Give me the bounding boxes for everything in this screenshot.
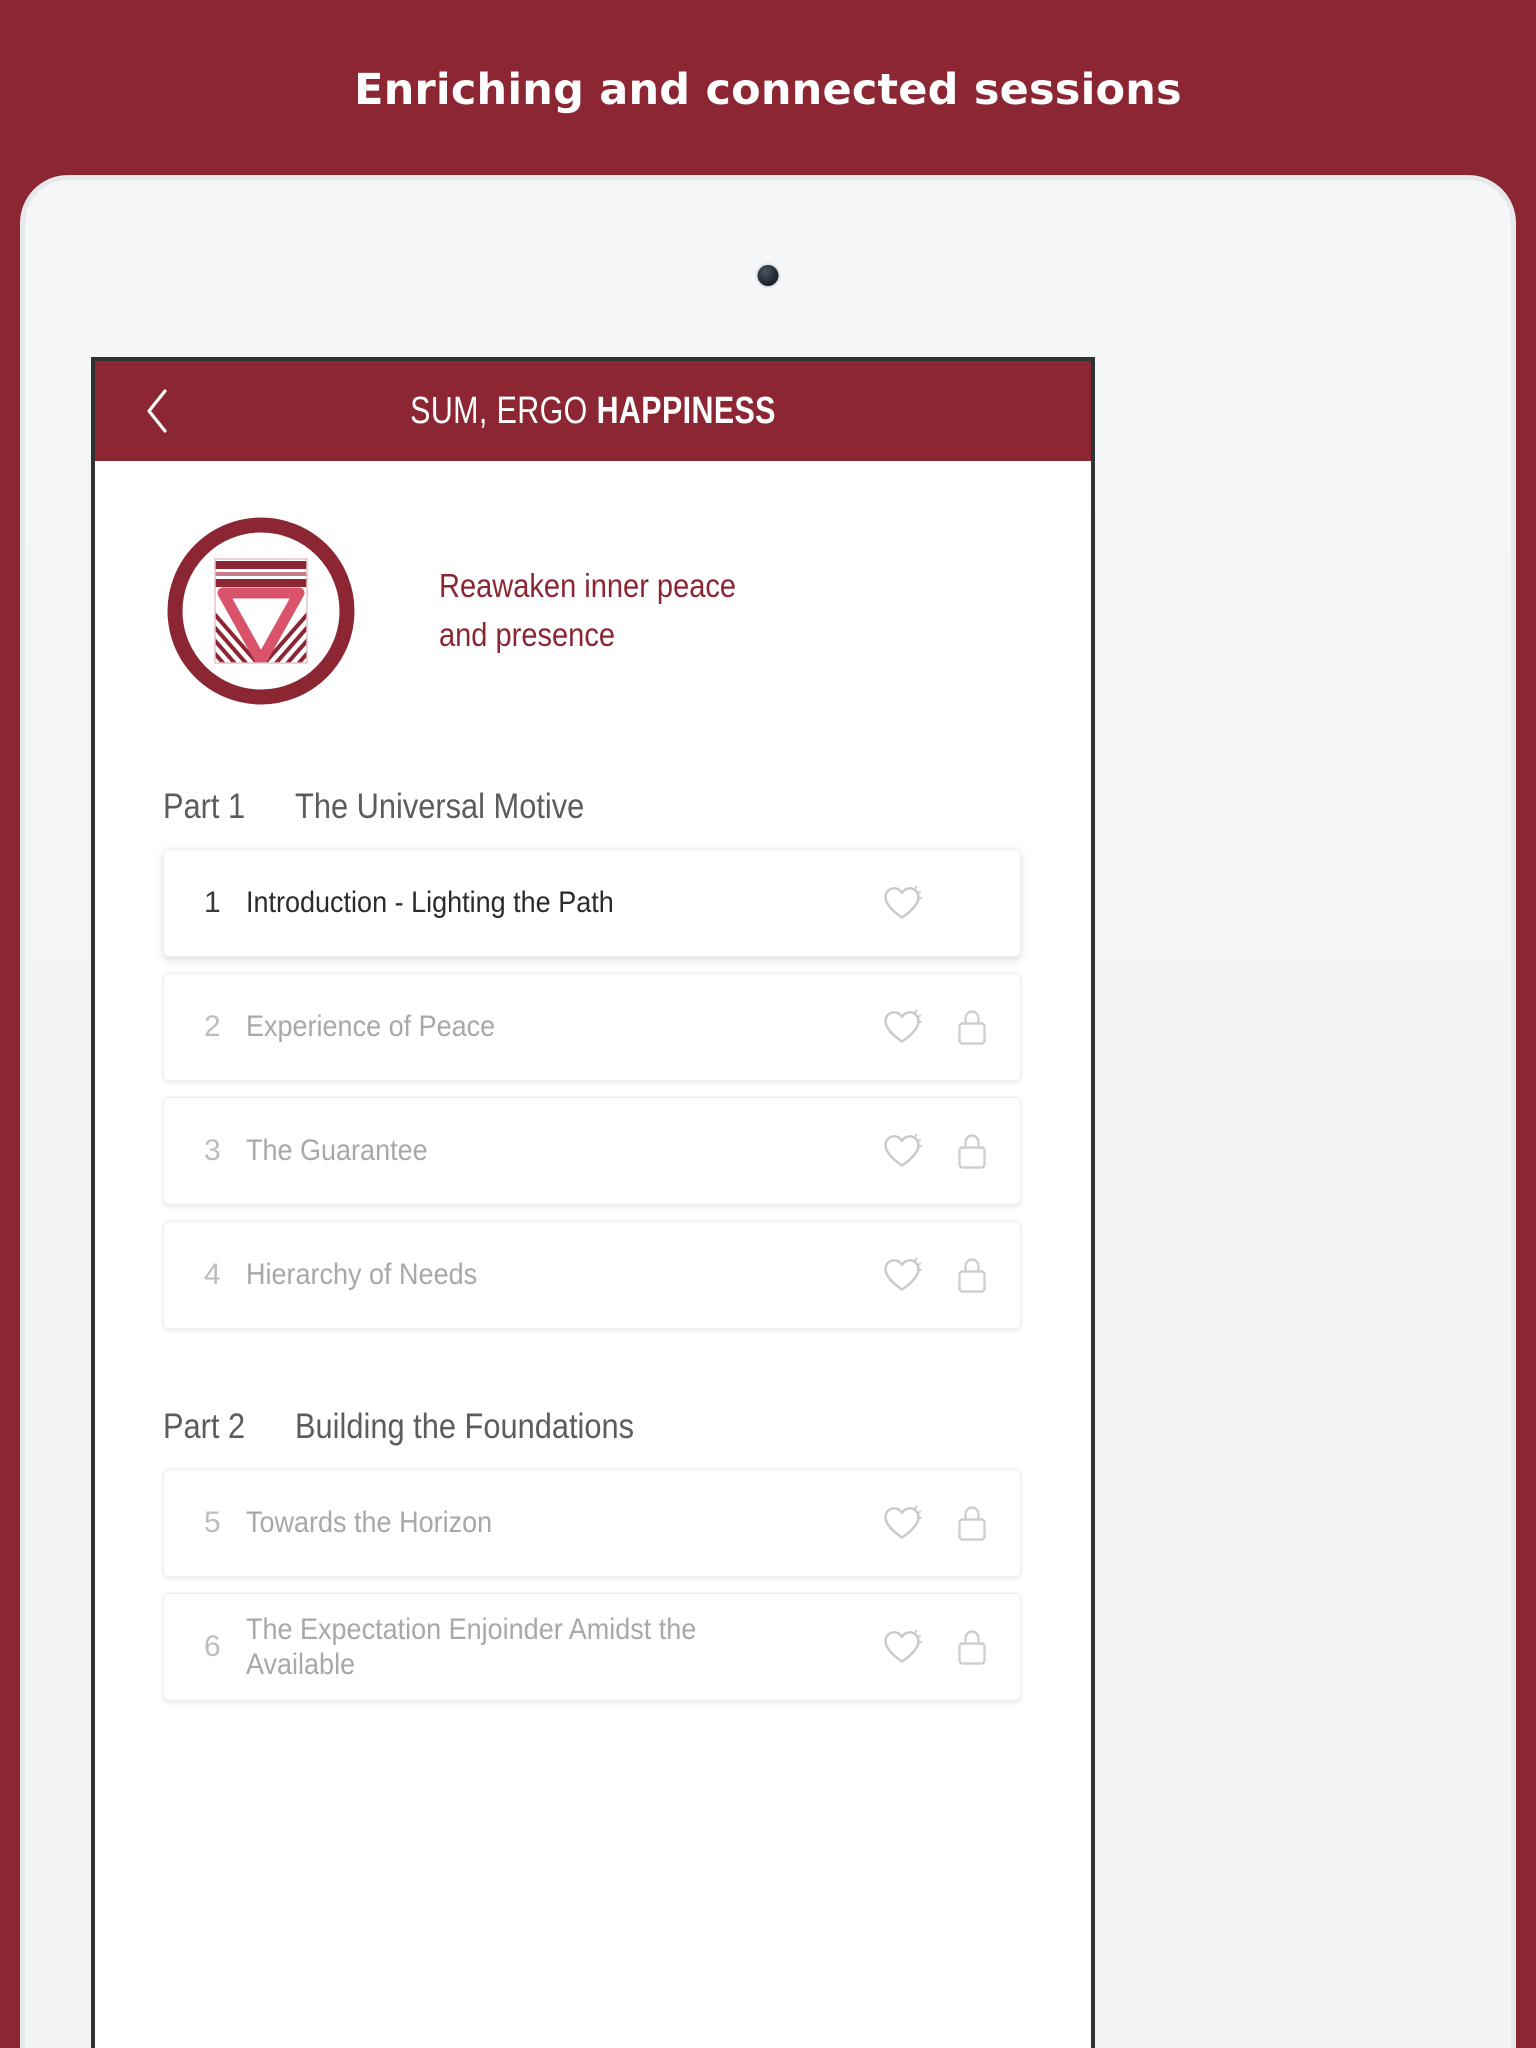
lock-icon	[955, 1627, 989, 1667]
lesson-card[interactable]: 3 The Guarantee	[163, 1097, 1021, 1205]
lock-button[interactable]	[950, 1501, 994, 1545]
lesson-list: 1 Introduction - Lighting the Path 2 Experi…	[95, 849, 1091, 1329]
front-camera-icon	[757, 265, 779, 286]
lesson-title: Towards the Horizon	[246, 1506, 493, 1540]
lesson-number: 1	[204, 886, 221, 919]
lesson-actions	[880, 1253, 994, 1297]
course-parts-list: Part 1 The Universal Motive 1 Introduction …	[95, 787, 1091, 1701]
lock-icon	[955, 1503, 989, 1543]
brand-tagline: Reawaken inner peace and presence	[439, 562, 736, 660]
lesson-actions	[880, 1625, 994, 1669]
lock-icon	[955, 1131, 989, 1171]
circle-triangle-logo	[163, 513, 359, 709]
part-title: Building the Foundations	[295, 1407, 635, 1446]
heart-outline-icon	[882, 1629, 922, 1665]
lock-icon	[955, 1007, 989, 1047]
lesson-card[interactable]: 5 Towards the Horizon	[163, 1469, 1021, 1577]
lock-slot-empty	[950, 881, 994, 925]
favorite-button[interactable]	[880, 1005, 924, 1049]
favorite-button[interactable]	[880, 1625, 924, 1669]
lock-button[interactable]	[950, 1005, 994, 1049]
app-bar: SUM, ERGO HAPPINESS	[95, 361, 1091, 461]
favorite-button[interactable]	[880, 1501, 924, 1545]
lesson-title: The Guarantee	[246, 1134, 428, 1168]
lesson-list: 5 Towards the Horizon 6 The Expectation Enj…	[95, 1469, 1091, 1701]
lesson-title: The Expectation Enjoinder Amidst the Ava…	[246, 1612, 697, 1681]
part-header: Part 1 The Universal Motive	[163, 787, 980, 827]
heart-outline-icon	[882, 1133, 922, 1169]
heart-outline-icon	[882, 1505, 922, 1541]
lesson-card[interactable]: 1 Introduction - Lighting the Path	[163, 849, 1021, 957]
part-label: Part 1	[163, 787, 246, 826]
part-label: Part 2	[163, 1407, 246, 1446]
lesson-title: Experience of Peace	[246, 1010, 496, 1044]
lock-button[interactable]	[950, 1625, 994, 1669]
lesson-number: 2	[204, 1010, 221, 1043]
lesson-title: Introduction - Lighting the Path	[246, 886, 614, 920]
part-title: The Universal Motive	[295, 787, 585, 826]
heart-outline-icon	[882, 1009, 922, 1045]
promo-headline: Enriching and connected sessions	[354, 65, 1182, 115]
chevron-left-icon	[143, 388, 171, 434]
brand-block: Reawaken inner peace and presence	[95, 461, 1091, 709]
page-title-bold: HAPPINESS	[596, 389, 776, 432]
lesson-actions	[880, 1005, 994, 1049]
lesson-card[interactable]: 4 Hierarchy of Needs	[163, 1221, 1021, 1329]
favorite-button[interactable]	[880, 1253, 924, 1297]
lock-button[interactable]	[950, 1129, 994, 1173]
heart-outline-icon	[882, 1257, 922, 1293]
app-screen: SUM, ERGO HAPPINESS Reawaken inner peace…	[91, 357, 1095, 2048]
back-button[interactable]	[139, 387, 175, 435]
page-title: SUM, ERGO HAPPINESS	[195, 390, 992, 433]
heart-outline-icon	[882, 885, 922, 921]
lesson-title: Hierarchy of Needs	[246, 1258, 478, 1292]
tablet-device-frame: SUM, ERGO HAPPINESS Reawaken inner peace…	[20, 175, 1516, 2048]
lesson-actions	[880, 1501, 994, 1545]
lesson-number: 3	[204, 1134, 221, 1167]
lesson-actions	[880, 1129, 994, 1173]
lesson-actions	[880, 881, 994, 925]
lesson-number: 4	[204, 1258, 221, 1291]
lesson-number: 5	[204, 1506, 221, 1539]
lesson-card[interactable]: 6 The Expectation Enjoinder Amidst the Av…	[163, 1593, 1021, 1701]
favorite-button[interactable]	[880, 1129, 924, 1173]
lesson-number: 6	[204, 1630, 221, 1663]
brand-tagline-line-1: Reawaken inner peace	[439, 567, 737, 605]
page-title-light: SUM, ERGO	[410, 389, 597, 432]
part-header: Part 2 Building the Foundations	[163, 1407, 980, 1447]
lock-button[interactable]	[950, 1253, 994, 1297]
brand-tagline-line-2: and presence	[439, 616, 615, 653]
lesson-card[interactable]: 2 Experience of Peace	[163, 973, 1021, 1081]
favorite-button[interactable]	[880, 881, 924, 925]
lock-icon	[955, 1255, 989, 1295]
